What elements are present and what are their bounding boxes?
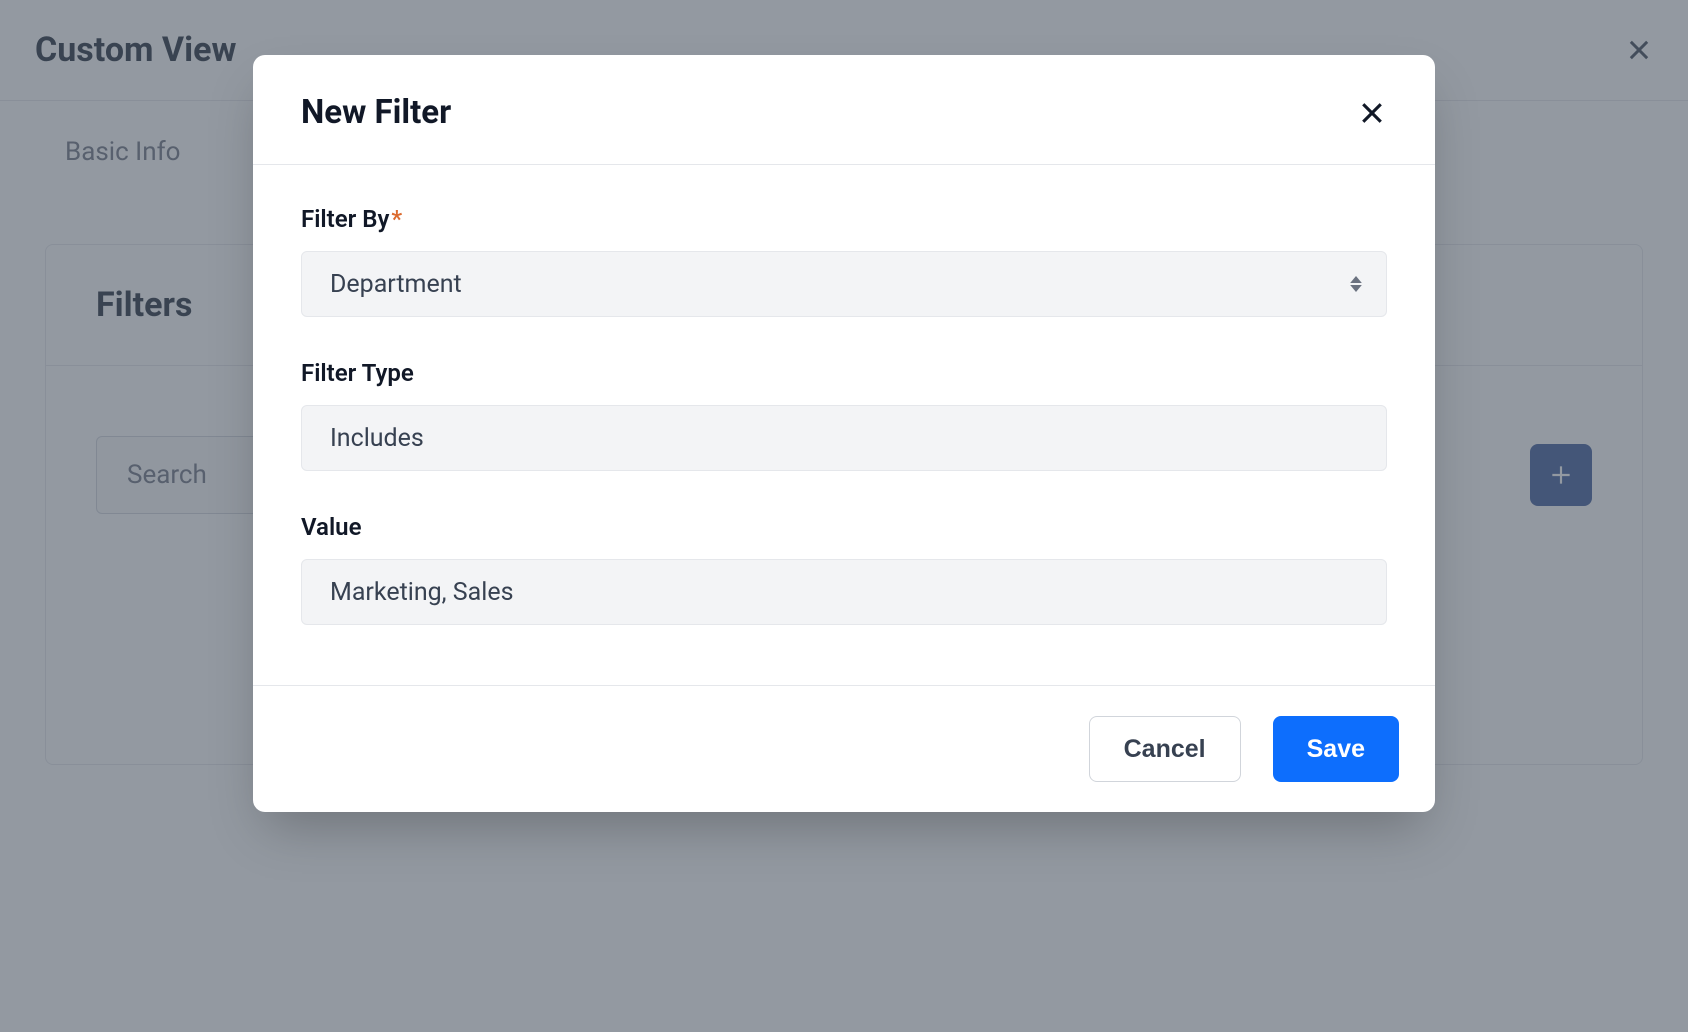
modal-header: New Filter <box>253 55 1435 165</box>
save-button[interactable]: Save <box>1273 716 1399 782</box>
new-filter-modal: New Filter Filter By* Department <box>253 55 1435 812</box>
filter-type-input[interactable]: Includes <box>301 405 1387 471</box>
close-icon[interactable] <box>1357 98 1387 128</box>
filter-type-label: Filter Type <box>301 359 1387 387</box>
modal-title: New Filter <box>301 93 451 132</box>
filter-by-value: Department <box>330 270 462 299</box>
cancel-button[interactable]: Cancel <box>1089 716 1241 782</box>
sort-icon <box>1350 276 1362 292</box>
modal-body: Filter By* Department Filter T <box>253 165 1435 685</box>
value-input[interactable]: Marketing, Sales <box>301 559 1387 625</box>
filter-by-label: Filter By* <box>301 205 1387 233</box>
modal-footer: Cancel Save <box>253 685 1435 812</box>
filter-type-group: Filter Type Includes <box>301 359 1387 471</box>
modal-overlay: New Filter Filter By* Department <box>0 0 1688 1032</box>
value-label: Value <box>301 513 1387 541</box>
filter-by-group: Filter By* Department <box>301 205 1387 317</box>
value-group: Value Marketing, Sales <box>301 513 1387 625</box>
required-asterisk: * <box>391 205 402 233</box>
filter-by-select[interactable]: Department <box>301 251 1387 317</box>
filter-by-label-text: Filter By <box>301 205 389 233</box>
value-value: Marketing, Sales <box>330 578 513 607</box>
filter-type-value: Includes <box>330 424 424 453</box>
